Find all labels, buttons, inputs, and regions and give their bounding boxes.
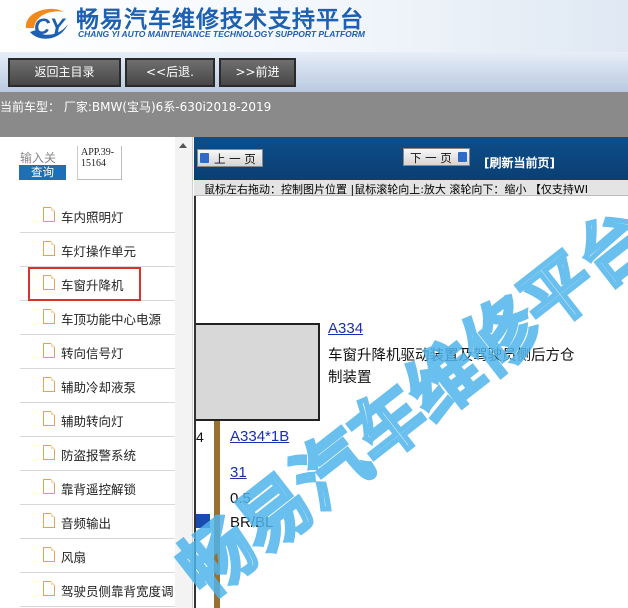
list-item-label: 车窗升降机: [61, 278, 124, 293]
usage-tip-bar: 鼠标左右拖动：控制图片位置 |鼠标滚轮向上:放大 滚轮向下：缩小 【仅支持WI: [194, 180, 628, 196]
list-item[interactable]: 车顶功能中心电源: [20, 301, 175, 335]
list-item[interactable]: 车灯操作单元: [20, 233, 175, 267]
cy-logo-icon: CY: [25, 8, 68, 39]
list-item[interactable]: 转向信号灯: [20, 335, 175, 369]
list-item[interactable]: 驾驶员侧靠背宽度调: [20, 573, 175, 607]
list-item[interactable]: 风扇: [20, 539, 175, 573]
nav-bar: 返回主目录 <<后退. >>前进: [0, 52, 628, 92]
component-code-link[interactable]: A334: [328, 320, 363, 337]
pin-link[interactable]: 31: [230, 464, 247, 481]
prev-page-label: 上 一 页: [214, 152, 256, 166]
component-description-line1: 车窗升降机驱动装置及驾驶员侧后方仓: [328, 348, 575, 364]
wiring-diagram-canvas[interactable]: A334 车窗升降机驱动装置及驾驶员侧后方仓 制装置 4 A334*1B 31 …: [194, 196, 628, 608]
list-item[interactable]: 防盗报警系统: [20, 437, 175, 471]
current-model-text: 当前车型： 厂家:BMW(宝马)6系-630i2018-2019: [0, 100, 272, 114]
document-icon: [43, 241, 55, 256]
document-icon: [43, 581, 55, 596]
document-icon: [43, 207, 55, 222]
list-item-label: 防盗报警系统: [61, 448, 137, 463]
document-icon: [43, 343, 55, 358]
search-input[interactable]: APP.39-15164: [77, 146, 122, 180]
list-item-selected[interactable]: 车窗升降机: [20, 267, 175, 301]
list-item-label: 转向信号灯: [61, 346, 124, 361]
component-description-line2: 制装置: [328, 370, 372, 386]
prev-page-button[interactable]: 上 一 页: [197, 149, 263, 167]
next-page-button[interactable]: 下 一 页: [403, 148, 470, 166]
app-subtitle: CHANG YI AUTO MAINTENANCE TECHNOLOGY SUP…: [78, 29, 365, 39]
app-window: CY 畅易汽车维修技术支持平台 CHANG YI AUTO MAINTENANC…: [0, 0, 628, 608]
scroll-up-arrow-icon[interactable]: [179, 143, 187, 148]
svg-text:CY: CY: [34, 14, 67, 39]
search-button[interactable]: 查询: [19, 165, 66, 180]
document-icon: [43, 275, 55, 290]
sidebar-scrollbar[interactable]: [175, 137, 192, 608]
list-item-label: 风扇: [61, 550, 87, 565]
list-item-label: 车内照明灯: [61, 210, 124, 225]
list-item-label: 辅助转向灯: [61, 414, 124, 429]
document-icon: [43, 377, 55, 392]
list-item[interactable]: 音频输出: [20, 505, 175, 539]
list-item-label: 靠背遥控解锁: [61, 482, 137, 497]
list-item[interactable]: 辅助冷却液泵: [20, 369, 175, 403]
pin-number: 4: [196, 429, 204, 445]
list-item[interactable]: 辅助转向灯: [20, 403, 175, 437]
document-icon: [43, 411, 55, 426]
forward-button[interactable]: >>前进: [219, 58, 296, 87]
list-item[interactable]: 靠背遥控解锁: [20, 471, 175, 505]
document-icon: [43, 513, 55, 528]
connector-link[interactable]: A334*1B: [230, 428, 289, 445]
search-label: 输入关: [20, 151, 57, 165]
usage-tip-text: 鼠标左右拖动：控制图片位置 |鼠标滚轮向上:放大 滚轮向下：缩小 【仅支持WI: [204, 183, 589, 196]
diagram-viewer: 上 一 页 下 一 页 [刷新当前页] 鼠标左右拖动：控制图片位置 |鼠标滚轮向…: [194, 137, 628, 608]
document-icon: [43, 309, 55, 324]
home-button[interactable]: 返回主目录: [8, 58, 121, 87]
list-item-label: 车灯操作单元: [61, 244, 137, 259]
current-model-bar: 当前车型： 厂家:BMW(宝马)6系-630i2018-2019: [0, 92, 628, 137]
list-item[interactable]: 车内照明灯: [20, 199, 175, 233]
back-button[interactable]: <<后退.: [125, 58, 215, 87]
document-icon: [43, 547, 55, 562]
refresh-page-link[interactable]: [刷新当前页]: [484, 154, 555, 171]
wire-line: [214, 421, 220, 608]
wire-size: 0.5: [230, 490, 251, 507]
arrow-left-icon: [200, 153, 209, 163]
ground-marker: [196, 514, 210, 528]
wire-color: BR/BL: [230, 514, 274, 531]
document-icon: [43, 479, 55, 494]
app-header: CY 畅易汽车维修技术支持平台 CHANG YI AUTO MAINTENANC…: [0, 0, 628, 52]
component-block: [196, 323, 320, 421]
list-item-label: 辅助冷却液泵: [61, 380, 137, 395]
list-item-label: 音频输出: [61, 516, 112, 531]
list-item-label: 车顶功能中心电源: [61, 312, 162, 327]
next-page-label: 下 一 页: [410, 151, 452, 165]
sidebar: 输入关 查询 APP.39-15164 车内照明灯 车灯操作单元 车窗升降机 车…: [0, 137, 193, 608]
document-icon: [43, 445, 55, 460]
arrow-right-icon: [458, 152, 467, 162]
viewer-toolbar: 上 一 页 下 一 页 [刷新当前页]: [194, 137, 628, 180]
list-item-label: 驾驶员侧靠背宽度调: [61, 584, 174, 599]
